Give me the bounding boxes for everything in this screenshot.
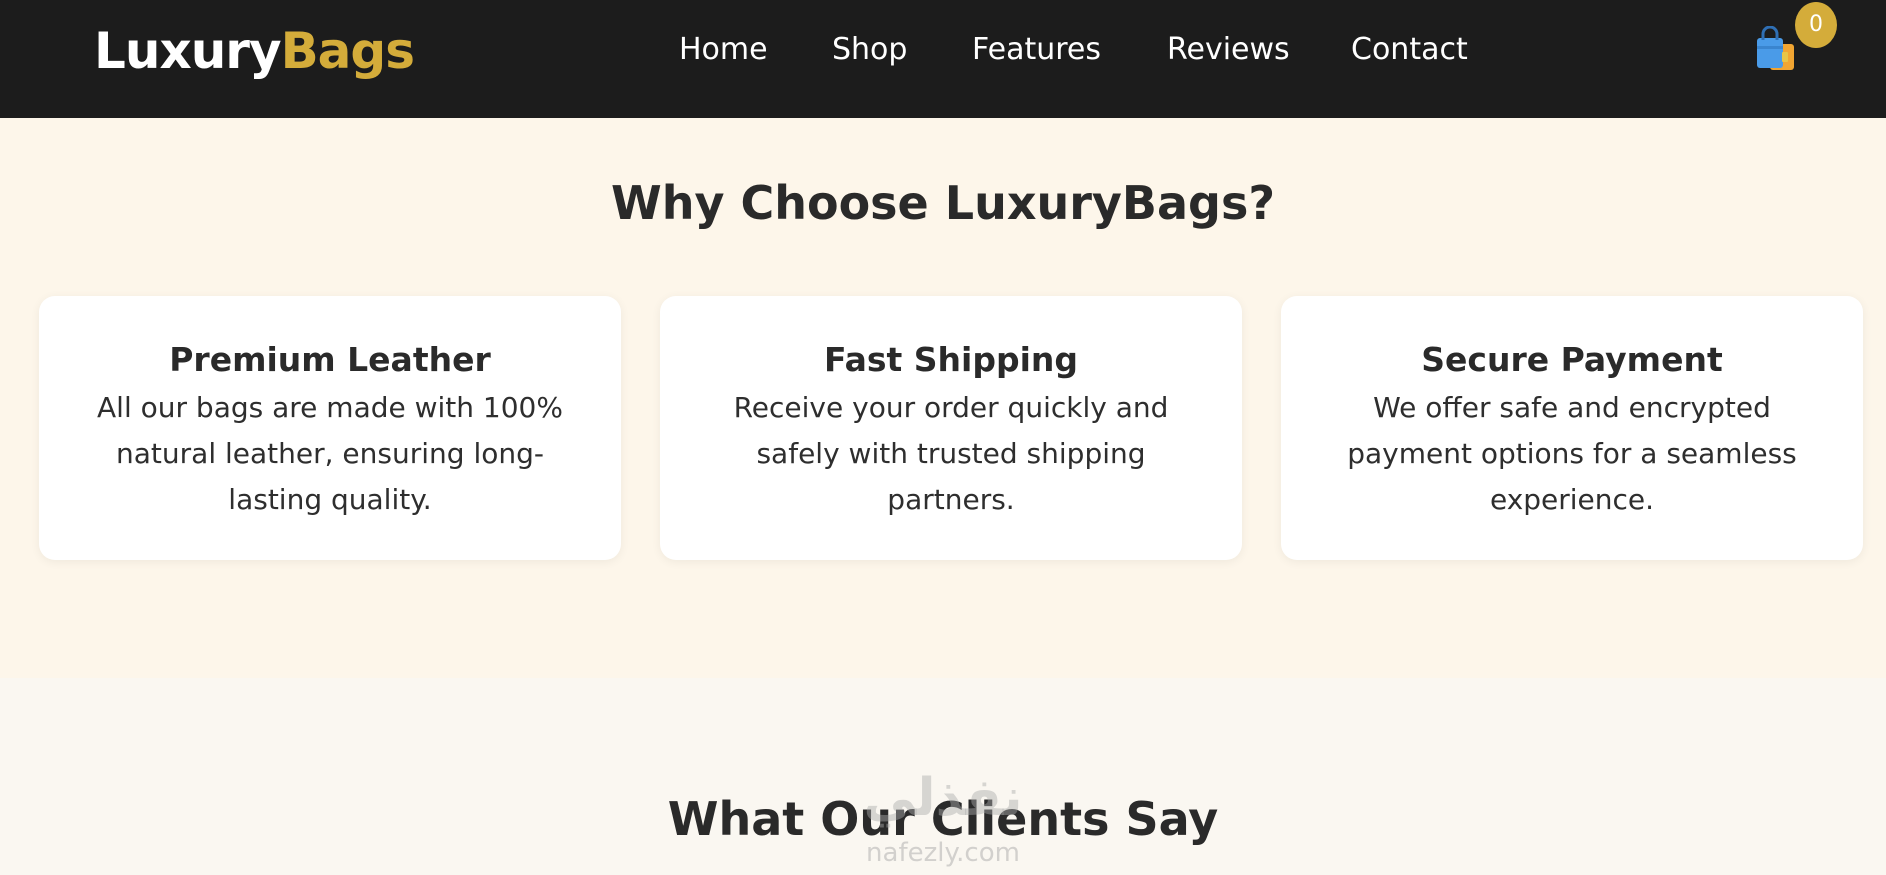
feature-card-secure-payment: Secure Payment We offer safe and encrypt… [1281,296,1863,560]
feature-card-text: All our bags are made with 100% natural … [97,391,563,516]
brand-logo-part2: Bags [280,22,415,80]
nav-link-reviews[interactable]: Reviews [1167,32,1290,67]
feature-card-title: Premium Leather [169,340,491,379]
feature-card-fast-shipping: Fast Shipping Receive your order quickly… [660,296,1242,560]
nav-link-contact[interactable]: Contact [1351,32,1468,67]
navbar: LuxuryBags Home Shop Features Reviews Co… [0,0,1886,118]
feature-card-text: Receive your order quickly and safely wi… [733,391,1169,516]
testimonials-title: What Our Clients Say [667,792,1219,846]
feature-card-title: Secure Payment [1421,340,1723,379]
nav-link-shop[interactable]: Shop [832,32,907,67]
shopping-bag-icon [1757,25,1794,70]
feature-card-premium-leather: Premium Leather All our bags are made wi… [39,296,621,560]
nav-link-home[interactable]: Home [679,32,768,67]
features-title: Why Choose LuxuryBags? [610,176,1276,230]
nav-link-features[interactable]: Features [972,32,1101,67]
cart-count-badge: 0 [1795,2,1837,48]
brand-logo-part1: Luxury [94,22,282,80]
feature-card-title: Fast Shipping [823,340,1079,379]
cart-button[interactable] [1752,25,1802,76]
testimonials-section: What Our Clients Say [0,678,1886,875]
features-section: Why Choose LuxuryBags? Premium Leather A… [0,118,1886,678]
feature-card-text: We offer safe and encrypted payment opti… [1347,391,1797,516]
brand-logo[interactable]: LuxuryBags [94,22,415,80]
